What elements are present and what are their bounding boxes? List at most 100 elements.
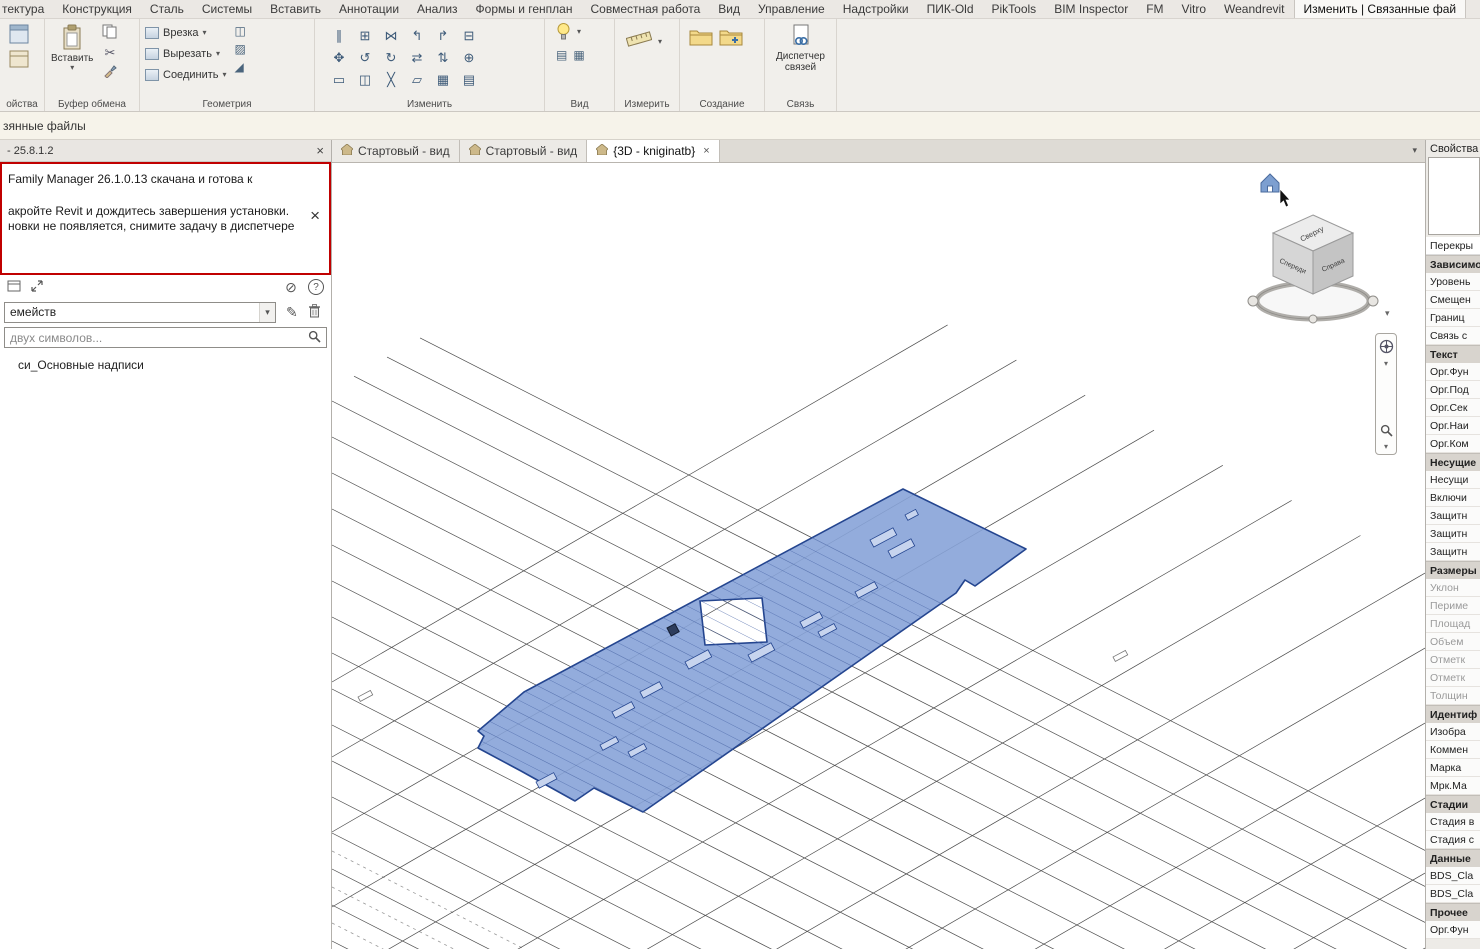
property-row[interactable]: Периме xyxy=(1426,597,1480,615)
ribbon-tab[interactable]: Системы xyxy=(193,0,261,18)
chevron-down-icon[interactable]: ▾ xyxy=(1384,443,1388,450)
property-row[interactable]: Уровень xyxy=(1426,273,1480,291)
geometry-tool-button[interactable]: Врезка▾ xyxy=(143,22,229,43)
geometry-extra-icon[interactable]: ◢ xyxy=(235,60,246,74)
property-row[interactable]: Объем xyxy=(1426,633,1480,651)
view-tab[interactable]: {3D - kniginatb}× xyxy=(587,140,720,162)
geometry-extra-icon[interactable]: ▨ xyxy=(235,42,246,56)
folder-icon[interactable] xyxy=(689,28,713,49)
property-row[interactable]: Защитн xyxy=(1426,525,1480,543)
match-type-icon[interactable] xyxy=(103,64,117,81)
lightbulb-icon[interactable] xyxy=(556,22,571,44)
property-row[interactable]: Орг.Сек xyxy=(1426,399,1480,417)
edit-tool-icon[interactable]: ▤ xyxy=(463,72,475,88)
compass-knob-west[interactable] xyxy=(1248,296,1258,306)
close-icon[interactable]: × xyxy=(310,208,320,223)
ribbon-tab[interactable]: Vitro xyxy=(1173,0,1215,18)
copy-icon[interactable] xyxy=(102,24,117,42)
property-row[interactable]: Границ xyxy=(1426,309,1480,327)
folder-add-icon[interactable] xyxy=(719,28,743,49)
property-section-header[interactable]: Текст xyxy=(1426,345,1480,363)
edit-tool-icon[interactable]: ▱ xyxy=(412,72,422,88)
steering-wheel-icon[interactable] xyxy=(1379,339,1394,357)
edit-tool-icon[interactable]: ⇄ xyxy=(412,50,423,66)
search-input[interactable]: двух символов... xyxy=(4,327,327,348)
property-row[interactable]: Орг.Под xyxy=(1426,381,1480,399)
compass-knob-east[interactable] xyxy=(1368,296,1378,306)
drawing-canvas[interactable]: Сверху Спереди Справа ▾ ▾ ▾ xyxy=(332,163,1425,949)
edit-tool-icon[interactable]: ⇅ xyxy=(438,50,449,66)
property-row[interactable]: Орг.Фун xyxy=(1426,921,1480,939)
property-row[interactable]: Коммен xyxy=(1426,741,1480,759)
ribbon-tab[interactable]: Вид xyxy=(709,0,749,18)
edit-tool-icon[interactable]: ▦ xyxy=(437,72,449,88)
type-selector-preview[interactable] xyxy=(1428,157,1480,235)
ruler-icon[interactable] xyxy=(626,30,652,51)
viewcube-menu-caret[interactable]: ▾ xyxy=(1385,308,1390,318)
edit-tool-icon[interactable]: ∥ xyxy=(336,28,343,44)
property-row[interactable]: Мрк.Ма xyxy=(1426,777,1480,795)
property-section-header[interactable]: Идентиф xyxy=(1426,705,1480,723)
property-row[interactable]: Марка xyxy=(1426,759,1480,777)
paste-button[interactable]: Вставить ▾ xyxy=(48,22,96,73)
tree-item-titleblocks[interactable]: си_Основные надписи xyxy=(0,348,331,372)
ribbon-tab[interactable]: Вставить xyxy=(261,0,330,18)
family-editor-icon[interactable] xyxy=(9,50,29,71)
property-row[interactable]: Связь с xyxy=(1426,327,1480,345)
property-row[interactable]: Толщин xyxy=(1426,687,1480,705)
expand-arrows-icon[interactable] xyxy=(30,279,44,296)
compass-knob-south[interactable] xyxy=(1309,315,1317,323)
edit-tool-icon[interactable]: ⊟ xyxy=(464,28,475,44)
property-section-header[interactable]: Несущие xyxy=(1426,453,1480,471)
property-section-header[interactable]: Размеры xyxy=(1426,561,1480,579)
geometry-tool-button[interactable]: Вырезать▾ xyxy=(143,43,229,64)
property-row[interactable]: Стадия с xyxy=(1426,831,1480,849)
ribbon-tab[interactable]: Формы и генплан xyxy=(467,0,582,18)
disable-filter-icon[interactable]: ⊘ xyxy=(283,279,299,295)
cut-icon[interactable]: ✂ xyxy=(104,45,115,61)
floor-slab[interactable] xyxy=(478,489,1026,812)
ribbon-tab[interactable]: Сталь xyxy=(141,0,193,18)
ribbon-tab[interactable]: Анализ xyxy=(408,0,467,18)
view-extra-icon[interactable]: ▤ xyxy=(556,48,567,62)
property-section-header[interactable]: Данные xyxy=(1426,849,1480,867)
ribbon-tab[interactable]: Управление xyxy=(749,0,834,18)
property-row[interactable]: Защитн xyxy=(1426,543,1480,561)
ribbon-tab[interactable]: Надстройки xyxy=(834,0,918,18)
ribbon-tab[interactable]: Weandrevit xyxy=(1215,0,1293,18)
property-row[interactable]: Орг.Ком xyxy=(1426,435,1480,453)
property-section-header[interactable]: Прочее xyxy=(1426,903,1480,921)
geometry-tool-button[interactable]: Соединить▾ xyxy=(143,64,229,85)
view-tab[interactable]: Стартовый - вид xyxy=(460,140,588,162)
family-set-dropdown[interactable]: емейств ▾ xyxy=(4,302,276,323)
edit-tool-icon[interactable]: ↰ xyxy=(412,28,423,44)
property-row[interactable]: Несущи xyxy=(1426,471,1480,489)
property-row[interactable]: Площад xyxy=(1426,615,1480,633)
property-section-header[interactable]: Зависимо xyxy=(1426,255,1480,273)
edit-tool-icon[interactable]: ⋈ xyxy=(385,28,398,44)
help-icon[interactable]: ? xyxy=(308,279,324,295)
property-row[interactable]: Включи xyxy=(1426,489,1480,507)
ribbon-tab[interactable]: Совместная работа xyxy=(581,0,709,18)
property-row[interactable]: Уклон xyxy=(1426,579,1480,597)
properties-palette-icon[interactable] xyxy=(9,24,29,47)
property-row[interactable]: Смещен xyxy=(1426,291,1480,309)
ribbon-tab-active[interactable]: Изменить | Связанные фай xyxy=(1294,0,1467,18)
ribbon-tab[interactable]: ПИК-Old xyxy=(918,0,983,18)
edit-tool-icon[interactable]: ↻ xyxy=(386,50,397,66)
ribbon-tab[interactable]: Конструкция xyxy=(53,0,141,18)
edit-tool-icon[interactable]: ↱ xyxy=(438,28,449,44)
zoom-icon[interactable] xyxy=(1380,424,1393,440)
ribbon-tab[interactable]: тектура xyxy=(0,0,53,18)
property-row[interactable]: Орг.Фун xyxy=(1426,363,1480,381)
edit-tool-icon[interactable]: ⊞ xyxy=(360,28,371,44)
panel-view-icon[interactable] xyxy=(7,280,21,295)
chevron-down-icon[interactable]: ▾ xyxy=(1384,360,1388,367)
property-row[interactable]: BDS_Cla xyxy=(1426,867,1480,885)
edit-tool-icon[interactable]: ✥ xyxy=(334,50,345,66)
trash-icon[interactable] xyxy=(308,304,321,321)
edit-tool-icon[interactable]: ◫ xyxy=(359,72,371,88)
view-tab-list-icon[interactable]: ▾ xyxy=(1412,145,1417,156)
view-extra-icon[interactable]: ▦ xyxy=(573,48,584,62)
edit-tool-icon[interactable]: ↺ xyxy=(360,50,371,66)
